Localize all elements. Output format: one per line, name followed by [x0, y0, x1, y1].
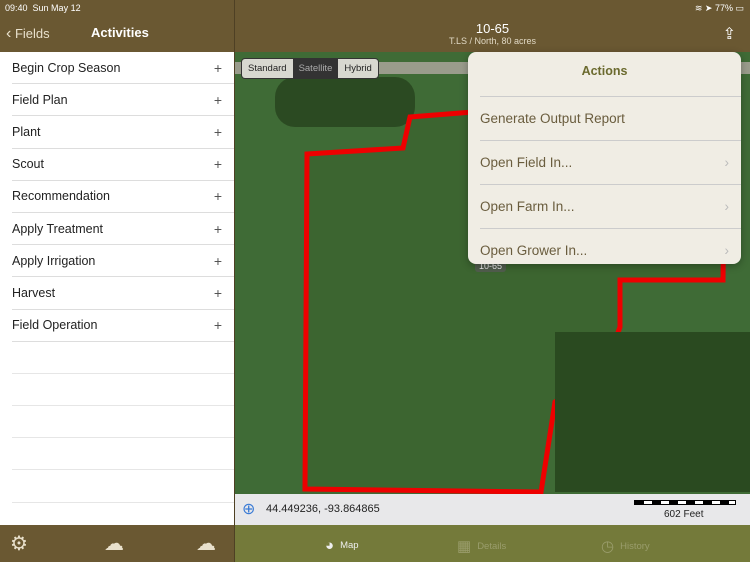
action-label: Generate Output Report: [480, 111, 625, 126]
coordinates: 44.449236, -93.864865: [266, 503, 380, 515]
status-bar: 09:40 Sun May 12 ≋ ➤ 77% ▭: [0, 0, 750, 16]
activity-item[interactable]: Recommendation +: [12, 181, 234, 213]
activity-label: Field Operation: [12, 318, 98, 333]
activity-label: Apply Irrigation: [12, 253, 96, 268]
tab-label: Map: [340, 540, 359, 551]
action-item[interactable]: Generate Output Report: [480, 96, 741, 140]
chevron-left-icon: ‹: [6, 25, 12, 42]
chevron-right-icon: ›: [724, 155, 730, 170]
activity-label: Begin Crop Season: [12, 60, 121, 75]
action-item[interactable]: Open Grower In... ›: [480, 228, 741, 272]
field-title: 10-65: [475, 21, 510, 36]
left-nav-bar: ‹ Fields Activities: [0, 16, 234, 52]
map-type-option[interactable]: Hybrid: [338, 59, 378, 78]
activity-label: Recommendation: [12, 189, 110, 204]
activity-item[interactable]: Apply Irrigation +: [12, 245, 234, 278]
chevron-right-icon: ›: [724, 243, 730, 258]
plus-icon[interactable]: +: [214, 188, 222, 204]
coordinate-bar: ⊕ 44.449236, -93.864865 602 Feet: [235, 494, 750, 525]
map-type-option[interactable]: Satellite: [292, 59, 339, 78]
settings-gear-icon[interactable]: ⚙: [10, 531, 28, 556]
activities-list: Begin Crop Season + Field Plan + Plant + Scout…: [0, 52, 234, 535]
tab-label: Details: [477, 540, 507, 552]
back-button[interactable]: ‹ Fields: [6, 25, 50, 43]
activity-label: Apply Treatment: [12, 221, 104, 236]
globe-icon: ◕: [325, 537, 335, 554]
tab-map[interactable]: ◕ Map: [325, 537, 359, 554]
cloud-upload-icon[interactable]: ☁: [196, 531, 216, 556]
map-type-option[interactable]: Standard: [242, 59, 293, 78]
share-icon[interactable]: ⇪: [723, 24, 736, 44]
grid-icon: ▦: [457, 538, 472, 555]
plus-icon[interactable]: +: [214, 317, 222, 333]
tab-label: History: [620, 540, 650, 552]
date: Sun May 12: [32, 3, 81, 13]
tab-details[interactable]: ▦ Details: [457, 537, 506, 555]
battery-level: 77%: [714, 3, 733, 13]
activity-label: Scout: [12, 157, 44, 172]
activity-label: Field Plan: [12, 92, 68, 107]
action-item[interactable]: Open Farm In... ›: [480, 184, 741, 228]
battery-icon: ▭: [735, 3, 744, 13]
cloud-sync-icon[interactable]: ☁: [104, 531, 124, 556]
crosshair-icon[interactable]: ⊕: [242, 499, 255, 519]
wifi-icon: ≋: [694, 3, 703, 13]
activity-label: Harvest: [12, 285, 56, 300]
activity-item[interactable]: Field Operation +: [12, 310, 234, 342]
tab-history[interactable]: ◷ History: [601, 537, 650, 555]
activity-item[interactable]: Apply Treatment +: [12, 213, 234, 246]
activity-item[interactable]: Begin Crop Season +: [12, 52, 234, 85]
actions-popover: Actions Generate Output Report Open Field…: [468, 52, 741, 264]
plus-icon[interactable]: +: [214, 285, 222, 301]
scale-bar: [634, 500, 736, 505]
chevron-right-icon: ›: [724, 199, 730, 214]
map-type-selector[interactable]: Standard Satellite Hybrid: [241, 58, 379, 79]
time: 09:40: [5, 3, 28, 13]
plus-icon[interactable]: +: [214, 156, 222, 172]
clock-icon: ◷: [601, 538, 615, 555]
activity-item[interactable]: Scout +: [12, 149, 234, 181]
plus-icon[interactable]: +: [214, 221, 222, 237]
action-label: Open Farm In...: [480, 199, 575, 214]
action-label: Open Field In...: [480, 155, 573, 170]
activity-item[interactable]: Harvest +: [12, 277, 234, 310]
activity-label: Plant: [12, 124, 41, 139]
back-label: Fields: [14, 26, 50, 41]
main-nav-bar: 10-65 T.LS / North, 80 acres ⇪: [235, 16, 750, 52]
plus-icon[interactable]: +: [214, 124, 222, 140]
popover-title: Actions: [581, 64, 628, 78]
scale-label: 602 Feet: [664, 509, 704, 520]
action-label: Open Grower In...: [480, 243, 588, 258]
panel-title: Activities: [91, 25, 149, 40]
location-icon: ➤: [704, 3, 713, 13]
plus-icon[interactable]: +: [214, 253, 222, 269]
plus-icon[interactable]: +: [214, 60, 222, 76]
action-item[interactable]: Open Field In... ›: [480, 140, 741, 184]
plus-icon[interactable]: +: [214, 92, 222, 108]
left-toolbar: ⚙ ☁ ☁: [0, 525, 234, 562]
tab-bar: ◕ Map ▦ Details ◷ History: [235, 525, 750, 562]
field-subtitle: T.LS / North, 80 acres: [448, 36, 537, 46]
activity-item[interactable]: Field Plan +: [12, 84, 234, 117]
activity-item[interactable]: Plant +: [12, 116, 234, 149]
